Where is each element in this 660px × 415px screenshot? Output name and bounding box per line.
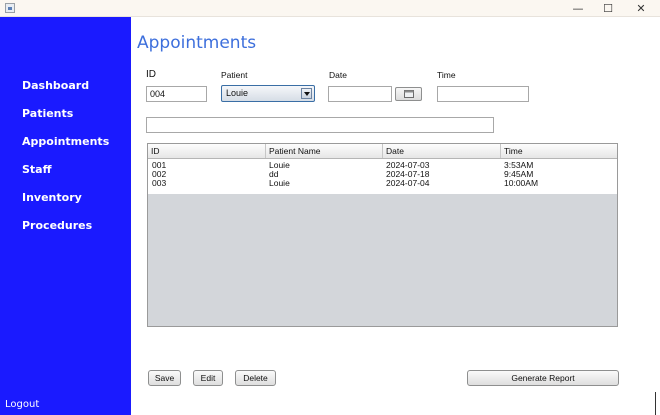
appointments-table: ID Patient Name Date Time 001 Louie 2024… bbox=[147, 143, 618, 327]
id-field[interactable] bbox=[146, 86, 207, 102]
time-field[interactable] bbox=[437, 86, 529, 102]
column-header-patient-name[interactable]: Patient Name bbox=[266, 144, 383, 158]
sidebar-item-staff[interactable]: Staff bbox=[22, 163, 52, 176]
column-header-id[interactable]: ID bbox=[148, 144, 266, 158]
table-row[interactable]: 001 Louie 2024-07-03 3:53AM bbox=[148, 161, 617, 170]
table-header: ID Patient Name Date Time bbox=[148, 144, 617, 159]
window-titlebar: — ☐ ✕ bbox=[0, 0, 660, 17]
id-label: ID bbox=[146, 69, 156, 80]
calendar-icon bbox=[404, 90, 414, 98]
maximize-button[interactable]: ☐ bbox=[593, 0, 623, 16]
cell-patient-name: Louie bbox=[269, 178, 290, 188]
edit-button[interactable]: Edit bbox=[193, 370, 223, 386]
sidebar-item-procedures[interactable]: Procedures bbox=[22, 219, 92, 232]
column-header-time[interactable]: Time bbox=[501, 144, 617, 158]
sidebar-item-patients[interactable]: Patients bbox=[22, 107, 73, 120]
logout-link[interactable]: Logout bbox=[5, 399, 39, 410]
patient-label: Patient bbox=[221, 70, 248, 80]
date-picker-button[interactable] bbox=[395, 87, 422, 101]
cell-date: 2024-07-04 bbox=[386, 178, 430, 188]
time-label: Time bbox=[437, 70, 456, 80]
cell-id: 003 bbox=[152, 178, 167, 188]
table-body: 001 Louie 2024-07-03 3:53AM 002 dd 2024-… bbox=[148, 159, 617, 194]
search-field[interactable] bbox=[146, 117, 494, 133]
window-edge bbox=[655, 392, 660, 415]
date-label: Date bbox=[329, 70, 347, 80]
java-app-icon bbox=[5, 3, 15, 13]
date-field[interactable] bbox=[328, 86, 392, 102]
close-button[interactable]: ✕ bbox=[626, 0, 656, 16]
page-title: Appointments bbox=[137, 33, 257, 53]
sidebar-item-dashboard[interactable]: Dashboard bbox=[22, 79, 89, 92]
table-row[interactable]: 003 Louie 2024-07-04 10:00AM bbox=[148, 179, 617, 188]
cell-time: 10:00AM bbox=[504, 178, 539, 188]
minimize-button[interactable]: — bbox=[563, 0, 593, 16]
save-button[interactable]: Save bbox=[148, 370, 181, 386]
chevron-down-icon[interactable] bbox=[301, 88, 312, 99]
patient-select-value: Louie bbox=[226, 88, 249, 98]
patient-select[interactable]: Louie bbox=[221, 85, 315, 102]
sidebar-item-inventory[interactable]: Inventory bbox=[22, 191, 82, 204]
sidebar-item-appointments[interactable]: Appointments bbox=[22, 135, 109, 148]
sidebar: Dashboard Patients Appointments Staff In… bbox=[0, 17, 131, 415]
delete-button[interactable]: Delete bbox=[235, 370, 276, 386]
generate-report-button[interactable]: Generate Report bbox=[467, 370, 619, 386]
column-header-date[interactable]: Date bbox=[383, 144, 501, 158]
table-row[interactable]: 002 dd 2024-07-18 9:45AM bbox=[148, 170, 617, 179]
